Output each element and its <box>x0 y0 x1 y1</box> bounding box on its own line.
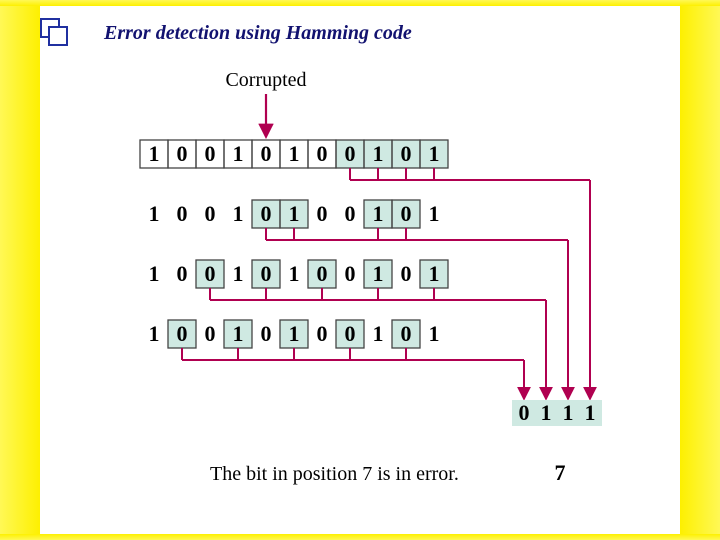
bit-cell: 0 <box>177 261 188 286</box>
bit-cell: 0 <box>205 321 216 346</box>
bit-cell: 1 <box>149 261 160 286</box>
bit-row: 10010100101 <box>149 320 525 398</box>
bit-cell: 1 <box>429 261 440 286</box>
decor-left <box>0 0 40 540</box>
bit-cell: 0 <box>345 321 356 346</box>
bit-cell: 0 <box>317 321 328 346</box>
bit-cell: 0 <box>401 141 412 166</box>
bit-cell: 0 <box>401 321 412 346</box>
syndrome-bit: 1 <box>541 400 552 425</box>
bit-cell: 0 <box>205 201 216 226</box>
syndrome-bit: 1 <box>563 400 574 425</box>
bit-cell: 0 <box>317 261 328 286</box>
footer-text: The bit in position 7 is in error. <box>210 463 459 485</box>
bit-cell: 0 <box>401 261 412 286</box>
bit-cell: 1 <box>233 141 244 166</box>
bit-cell: 1 <box>289 321 300 346</box>
bit-cell: 0 <box>345 201 356 226</box>
bit-cell: 1 <box>289 141 300 166</box>
syndrome-bit: 0 <box>519 400 530 425</box>
bit-cell: 1 <box>429 141 440 166</box>
decor-right <box>680 0 720 540</box>
bit-cell: 1 <box>233 201 244 226</box>
bit-cell: 1 <box>289 201 300 226</box>
bit-cell: 1 <box>233 321 244 346</box>
syndrome-bit: 1 <box>585 400 596 425</box>
bit-cell: 1 <box>149 321 160 346</box>
bit-cell: 1 <box>429 321 440 346</box>
decor-top <box>0 0 720 6</box>
bit-cell: 0 <box>177 321 188 346</box>
bit-cell: 0 <box>261 321 272 346</box>
bit-cell: 0 <box>177 141 188 166</box>
decor-bottom <box>0 534 720 540</box>
bit-cell: 0 <box>317 201 328 226</box>
bit-cell: 1 <box>373 261 384 286</box>
slide-title: Error detection using Hamming code <box>104 22 412 45</box>
bit-cell: 0 <box>345 261 356 286</box>
bullet-icon <box>40 18 66 44</box>
bit-cell: 0 <box>205 141 216 166</box>
bit-cell: 1 <box>373 141 384 166</box>
bit-cell: 0 <box>261 261 272 286</box>
bit-cell: 1 <box>429 201 440 226</box>
bit-cell: 0 <box>177 201 188 226</box>
bit-cell: 0 <box>261 201 272 226</box>
bit-cell: 0 <box>261 141 272 166</box>
error-position: 7 <box>555 460 566 485</box>
bit-cell: 0 <box>317 141 328 166</box>
bit-cell: 0 <box>345 141 356 166</box>
bit-cell: 1 <box>149 141 160 166</box>
corrupted-label: Corrupted <box>225 69 306 91</box>
bit-cell: 1 <box>233 261 244 286</box>
bit-cell: 0 <box>401 201 412 226</box>
slide: Error detection using Hamming code Corru… <box>0 0 720 540</box>
bit-cell: 1 <box>149 201 160 226</box>
bit-cell: 1 <box>373 201 384 226</box>
bit-cell: 0 <box>205 261 216 286</box>
diagram: Corrupted1001010010110010100101100101001… <box>120 60 640 500</box>
bit-cell: 1 <box>373 321 384 346</box>
bit-cell: 1 <box>289 261 300 286</box>
